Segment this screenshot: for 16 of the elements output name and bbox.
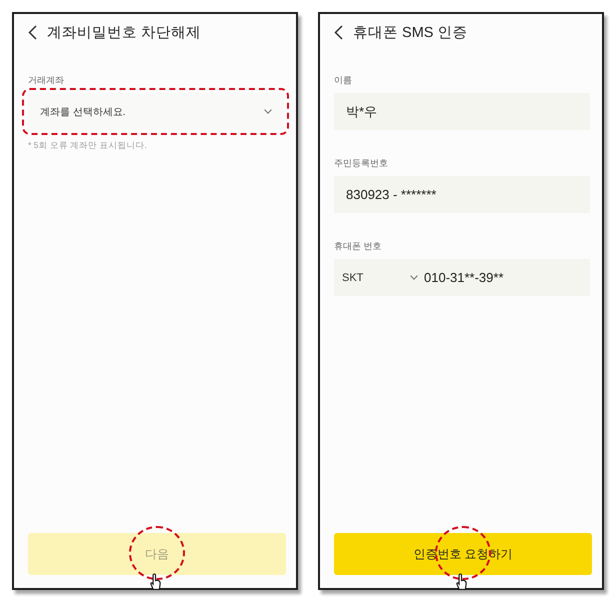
input-field[interactable]: 830923 - ******* (334, 176, 590, 213)
field-label: 이름 (334, 74, 352, 86)
screen-title: 계좌비밀번호 차단해제 (47, 24, 202, 42)
field-label: 거래계좌 (28, 74, 64, 86)
hint-text: * 5회 오류 계좌만 표시됩니다. (28, 140, 147, 152)
back-icon[interactable] (28, 24, 37, 40)
input-field[interactable]: 박*우 (334, 93, 590, 130)
caret-icon (264, 109, 272, 114)
field-label: 휴대폰 번호 (334, 240, 382, 252)
screen-title: 휴대폰 SMS 인증 (353, 24, 468, 42)
carrier-dropdown[interactable]: SKT (334, 259, 418, 296)
back-icon[interactable] (334, 24, 343, 40)
field-label: 주민등록번호 (334, 157, 388, 169)
caret-icon (410, 275, 418, 280)
phone-number-field[interactable]: 010-31**-39** (418, 270, 504, 285)
account-dropdown[interactable]: 계좌를 선택하세요. (28, 93, 284, 130)
